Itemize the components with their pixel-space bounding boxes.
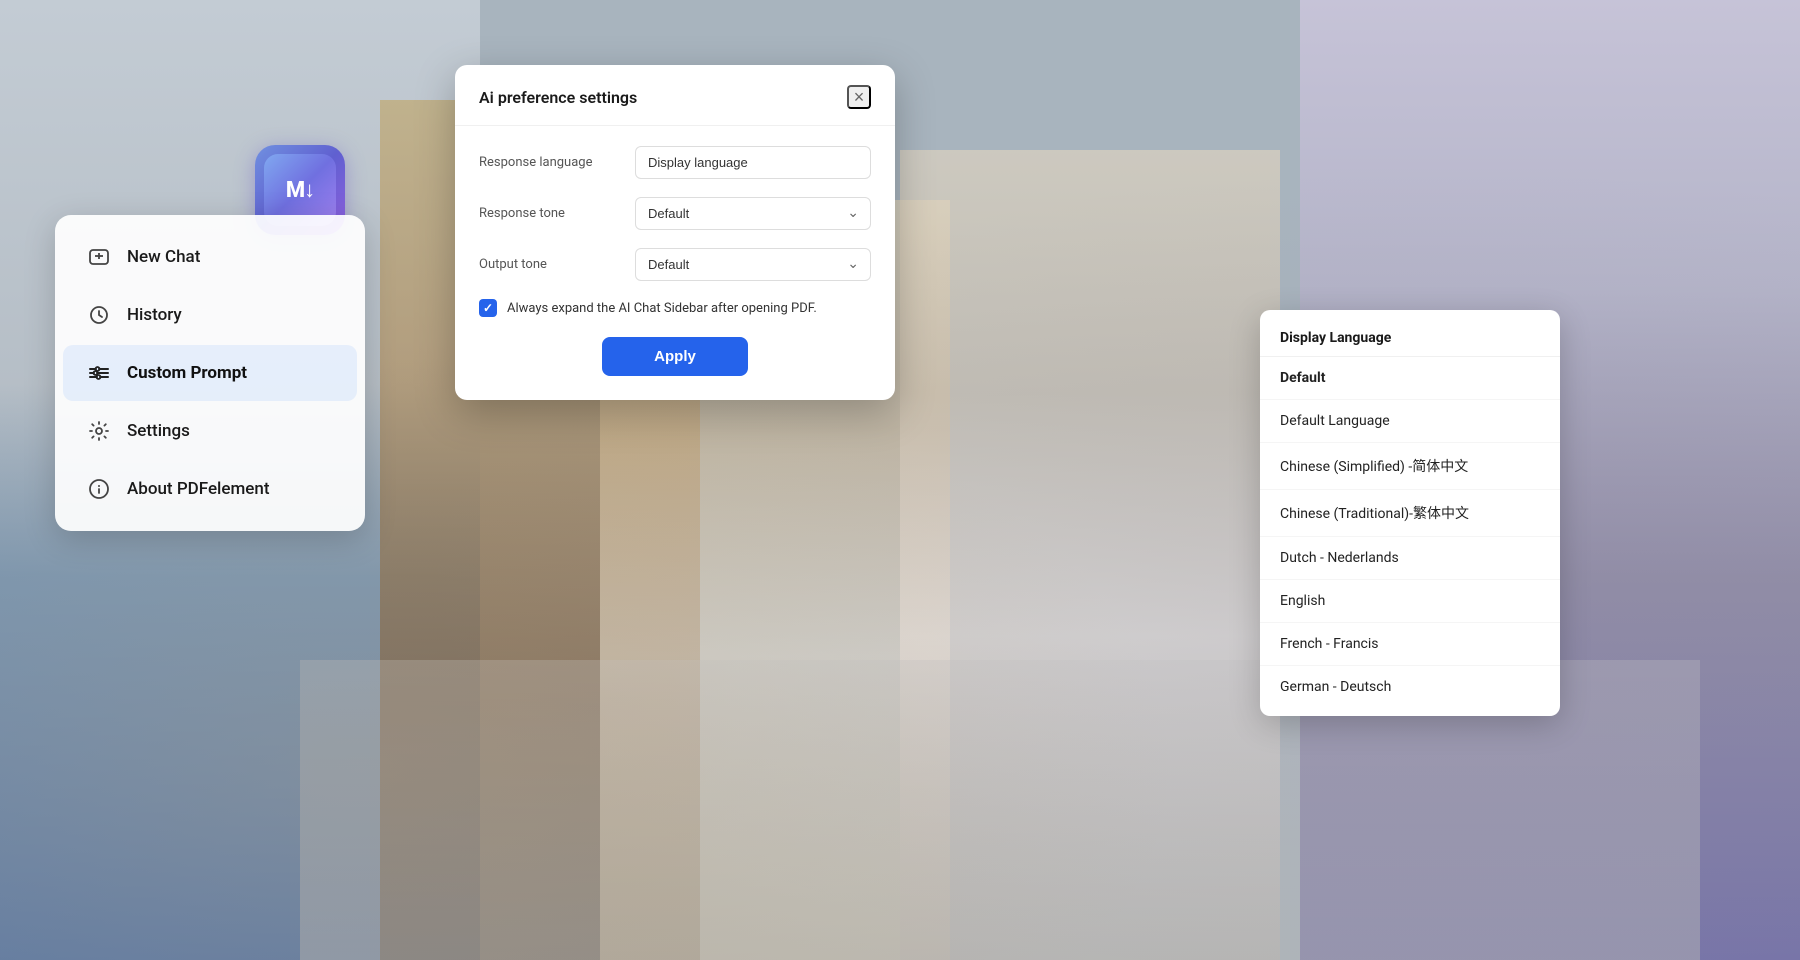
sidebar-item-about-label: About PDFelement bbox=[127, 479, 270, 499]
close-button[interactable]: × bbox=[847, 85, 871, 109]
language-option-french[interactable]: French - Francis bbox=[1260, 623, 1560, 666]
language-option-default[interactable]: Default bbox=[1260, 357, 1560, 400]
language-option-default-lang[interactable]: Default Language bbox=[1260, 400, 1560, 443]
sidebar-menu: New Chat History Custom Prompt bbox=[55, 215, 365, 531]
app-icon-text: M↓ bbox=[286, 177, 314, 203]
sidebar-item-custom-prompt-label: Custom Prompt bbox=[127, 363, 247, 383]
response-tone-label: Response tone bbox=[479, 206, 619, 221]
output-tone-row: Output tone Default Formal Casual bbox=[479, 248, 871, 281]
sidebar-item-settings-label: Settings bbox=[127, 421, 190, 441]
custom-prompt-icon bbox=[87, 361, 111, 385]
apply-button[interactable]: Apply bbox=[602, 337, 748, 376]
language-option-chinese-simplified[interactable]: Chinese (Simplified) -简体中文 bbox=[1260, 443, 1560, 490]
info-icon bbox=[87, 477, 111, 501]
sidebar-item-custom-prompt[interactable]: Custom Prompt bbox=[63, 345, 357, 401]
new-chat-icon bbox=[87, 245, 111, 269]
sidebar-item-new-chat[interactable]: New Chat bbox=[63, 229, 357, 285]
sidebar-item-history[interactable]: History bbox=[63, 287, 357, 343]
response-tone-control: Default Formal Casual bbox=[635, 197, 871, 230]
dialog-header: Ai preference settings × bbox=[455, 65, 895, 126]
language-option-dutch[interactable]: Dutch - Nederlands bbox=[1260, 537, 1560, 580]
response-tone-select[interactable]: Default Formal Casual bbox=[635, 197, 871, 230]
sidebar-item-about[interactable]: About PDFelement bbox=[63, 461, 357, 517]
history-icon bbox=[87, 303, 111, 327]
dialog-body: Response language Response tone Default … bbox=[455, 126, 895, 400]
dropdown-header: Display Language bbox=[1260, 318, 1560, 357]
output-tone-select[interactable]: Default Formal Casual bbox=[635, 248, 871, 281]
checkbox-label: Always expand the AI Chat Sidebar after … bbox=[507, 301, 817, 316]
language-option-german[interactable]: German - Deutsch bbox=[1260, 666, 1560, 708]
language-option-chinese-traditional[interactable]: Chinese (Traditional)-繁体中文 bbox=[1260, 490, 1560, 537]
response-tone-row: Response tone Default Formal Casual bbox=[479, 197, 871, 230]
dialog-title: Ai preference settings bbox=[479, 88, 637, 107]
response-language-input[interactable] bbox=[635, 146, 871, 179]
response-language-row: Response language bbox=[479, 146, 871, 179]
language-option-english[interactable]: English bbox=[1260, 580, 1560, 623]
response-language-label: Response language bbox=[479, 155, 619, 170]
sidebar-item-history-label: History bbox=[127, 305, 182, 325]
checkmark-icon: ✓ bbox=[483, 301, 493, 315]
language-dropdown: Display Language Default Default Languag… bbox=[1260, 310, 1560, 716]
sidebar-item-settings[interactable]: Settings bbox=[63, 403, 357, 459]
checkbox-row: ✓ Always expand the AI Chat Sidebar afte… bbox=[479, 299, 871, 317]
expand-sidebar-checkbox[interactable]: ✓ bbox=[479, 299, 497, 317]
settings-icon bbox=[87, 419, 111, 443]
output-tone-control: Default Formal Casual bbox=[635, 248, 871, 281]
settings-dialog: Ai preference settings × Response langua… bbox=[455, 65, 895, 400]
output-tone-label: Output tone bbox=[479, 257, 619, 272]
sidebar-item-new-chat-label: New Chat bbox=[127, 247, 200, 267]
response-language-control bbox=[635, 146, 871, 179]
